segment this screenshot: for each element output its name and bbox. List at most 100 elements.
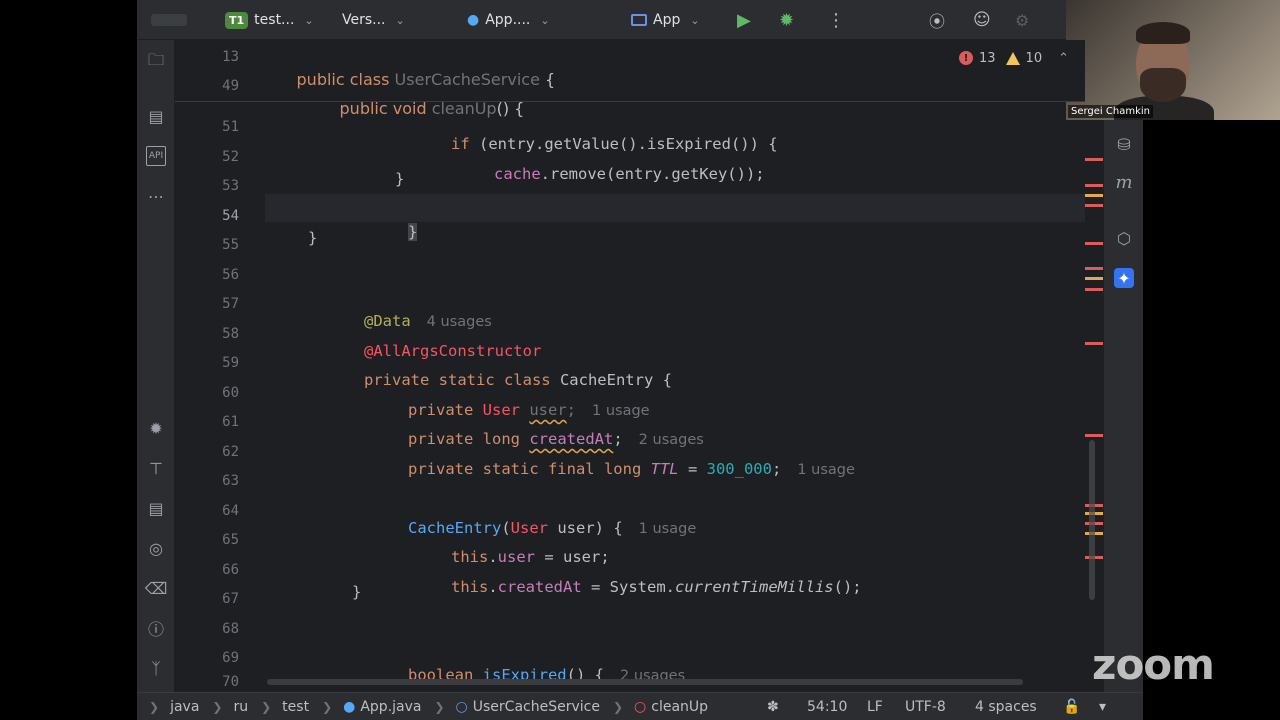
database-icon[interactable]: ⛁ bbox=[1114, 134, 1134, 154]
chevron-up-icon[interactable]: ⌃ bbox=[1058, 51, 1069, 66]
project-selector[interactable]: T1 test... ⌄ bbox=[225, 0, 314, 40]
code-editor[interactable]: if (entry.getValue().isExpired()) { cach… bbox=[265, 40, 1085, 684]
code-line-62[interactable]: private static final long TTL = 300_000;… bbox=[352, 433, 855, 478]
error-mark[interactable] bbox=[1085, 158, 1103, 161]
ai-assistant-icon[interactable]: ✦ bbox=[1114, 268, 1134, 288]
left-tool-strip: 🗀 ▤ API ⋯ ✹ ⊤ ▤ ◎ ⌫ ⓘ ᛉ bbox=[137, 40, 175, 692]
folder-icon[interactable]: 🗀 bbox=[146, 50, 166, 72]
gradle-icon[interactable]: ⬡ bbox=[1114, 228, 1134, 248]
caret-position[interactable]: 54:10 bbox=[807, 693, 847, 720]
notifications-icon[interactable]: ▾ bbox=[1099, 693, 1106, 720]
error-mark[interactable] bbox=[1085, 267, 1103, 270]
warning-mark[interactable] bbox=[1085, 277, 1103, 280]
participant-hair bbox=[1136, 22, 1190, 44]
line-number: 51 bbox=[222, 119, 239, 135]
structure-icon[interactable]: ▤ bbox=[146, 106, 166, 126]
ai-assistant-button[interactable]: ⦿ bbox=[929, 0, 945, 40]
problems-icon[interactable]: ⓘ bbox=[146, 618, 166, 639]
breadcrumb-item[interactable]: test bbox=[282, 699, 309, 715]
code-line-66[interactable]: this.createdAt = System.currentTimeMilli… bbox=[395, 551, 862, 596]
line-number-gutter[interactable]: 51 52 53 54 55 56 57 58 59 60 61 62 63 6… bbox=[175, 40, 265, 690]
code-line-60[interactable]: private User user; 1 usage bbox=[352, 374, 650, 419]
debug-button[interactable]: ✹ bbox=[779, 0, 794, 40]
build-icon[interactable]: ⊤ bbox=[146, 458, 166, 478]
right-tool-strip: ⛁ m ⬡ ✦ bbox=[1103, 120, 1143, 692]
person-add-icon: ☺ bbox=[973, 10, 991, 30]
inspections-widget[interactable]: ! 13 10 ⌃ bbox=[959, 48, 1069, 68]
bug-icon: ✹ bbox=[779, 9, 795, 31]
error-mark[interactable] bbox=[1085, 342, 1103, 345]
sticky-line-49[interactable]: public void cleanUp() { bbox=[309, 73, 525, 118]
file-encoding[interactable]: UTF-8 bbox=[905, 693, 946, 720]
usages-hint[interactable]: 1 usage bbox=[797, 462, 855, 478]
error-mark[interactable] bbox=[1085, 434, 1103, 437]
code-line-53[interactable]: } bbox=[395, 167, 404, 191]
database-icon[interactable]: ▤ bbox=[146, 498, 166, 518]
code-text: () { bbox=[496, 99, 525, 118]
code-line-58[interactable]: @AllArgsConstructor bbox=[308, 315, 541, 360]
api-icon[interactable]: API bbox=[146, 146, 166, 166]
breadcrumb-item[interactable]: java bbox=[170, 699, 199, 715]
warning-mark[interactable] bbox=[1085, 194, 1103, 197]
breadcrumb-item[interactable]: UserCacheService bbox=[473, 699, 600, 715]
run-button[interactable]: ▶ bbox=[737, 0, 751, 40]
error-mark[interactable] bbox=[1085, 184, 1103, 187]
code-line-65[interactable]: this.user = user; bbox=[395, 521, 610, 566]
more-actions-button[interactable]: ⋮ bbox=[827, 0, 845, 40]
keyword: this bbox=[451, 578, 489, 596]
line-number: 63 bbox=[222, 473, 239, 489]
chevron-down-icon: ⌄ bbox=[540, 13, 550, 27]
participant-beard bbox=[1140, 68, 1186, 102]
lock-icon[interactable]: 🔓 bbox=[1063, 693, 1080, 720]
error-mark[interactable] bbox=[1085, 242, 1103, 245]
window-controls[interactable] bbox=[151, 0, 187, 40]
more-icon[interactable]: ⋯ bbox=[146, 186, 166, 206]
sticky-line-13[interactable]: public class UserCacheService { bbox=[266, 44, 556, 89]
keyword: public void bbox=[339, 99, 432, 118]
error-mark[interactable] bbox=[1085, 288, 1103, 291]
code-line-54[interactable]: } bbox=[352, 196, 418, 241]
line-separator[interactable]: LF bbox=[867, 693, 883, 720]
breadcrumb-item[interactable]: App.java bbox=[360, 699, 421, 715]
status-bar: ❯ java ❯ ru ❯ test ❯ ● App.java ❯ ○ User… bbox=[137, 692, 1143, 720]
code-line-67[interactable]: } bbox=[352, 580, 361, 604]
line-number: 61 bbox=[222, 414, 239, 430]
chevron-right-icon: ❯ bbox=[434, 700, 445, 714]
code-line-69[interactable]: boolean isExpired() {2 usages bbox=[352, 639, 685, 684]
usages-hint[interactable]: 1 usage bbox=[639, 521, 697, 537]
zoom-logo: zoom bbox=[1092, 640, 1215, 689]
git-icon[interactable]: ᛉ bbox=[146, 658, 166, 678]
code-line-52[interactable]: cache.remove(entry.getKey()); bbox=[438, 138, 765, 183]
terminal-icon[interactable]: ⌫ bbox=[145, 578, 168, 598]
code-line-64[interactable]: CacheEntry(User user) {1 usage bbox=[352, 492, 696, 537]
horizontal-scrollbar[interactable] bbox=[267, 679, 1023, 685]
vertical-scrollbar[interactable] bbox=[1089, 440, 1095, 600]
line-number: 13 bbox=[222, 49, 239, 65]
line-number: 56 bbox=[222, 267, 239, 283]
add-user-button[interactable]: ☺ bbox=[973, 0, 991, 40]
sticky-lines-gutter: 13 49 bbox=[175, 40, 265, 102]
code-line-61[interactable]: private long createdAt; 2 usages bbox=[352, 403, 704, 448]
services-icon[interactable]: ◎ bbox=[146, 538, 166, 558]
code-line-57[interactable]: @Data 4 usages bbox=[308, 285, 492, 330]
ai-status-icon[interactable]: ✽ bbox=[767, 693, 779, 720]
error-icon: ! bbox=[959, 51, 973, 65]
code-line-59[interactable]: private static class CacheEntry { bbox=[308, 344, 672, 389]
vcs-selector[interactable]: Vers... ⌄ bbox=[342, 0, 405, 40]
method-name: cleanUp bbox=[431, 99, 497, 118]
settings-button[interactable]: ⚙ bbox=[1015, 0, 1029, 40]
debug-icon[interactable]: ✹ bbox=[146, 418, 166, 438]
keyword: private static final long bbox=[408, 460, 651, 478]
run-config-selector[interactable]: App ⌄ bbox=[631, 0, 700, 40]
error-mark[interactable] bbox=[1085, 204, 1103, 207]
code-line-55[interactable]: } bbox=[308, 226, 317, 250]
indent-setting[interactable]: 4 spaces bbox=[975, 693, 1037, 720]
maven-icon[interactable]: m bbox=[1114, 172, 1134, 193]
line-number: 69 bbox=[222, 650, 239, 666]
breadcrumb-item[interactable]: cleanUp bbox=[651, 699, 708, 715]
file-selector[interactable]: ● App.... ⌄ bbox=[467, 0, 550, 40]
breadcrumb-item[interactable]: ru bbox=[233, 699, 248, 715]
static-method: currentTimeMillis bbox=[675, 578, 834, 596]
line-number: 55 bbox=[222, 237, 239, 253]
vcs-label: Vers... bbox=[342, 12, 386, 28]
